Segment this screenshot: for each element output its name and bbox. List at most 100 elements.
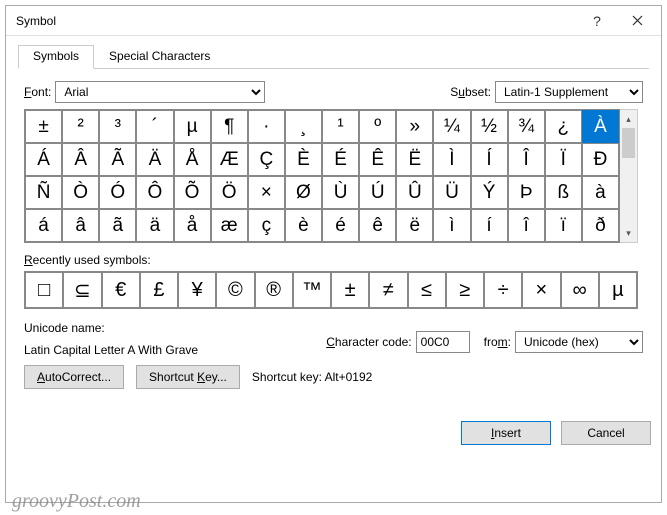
symbol-cell[interactable]: Ã xyxy=(99,143,136,176)
symbol-cell[interactable]: Î xyxy=(508,143,545,176)
symbol-cell[interactable]: Ó xyxy=(99,176,136,209)
symbol-cell[interactable]: Â xyxy=(62,143,99,176)
symbol-cell[interactable]: ð xyxy=(582,209,619,242)
symbol-cell[interactable]: Ï xyxy=(545,143,582,176)
recent-symbol-cell[interactable]: ÷ xyxy=(484,272,522,308)
symbol-cell[interactable]: â xyxy=(62,209,99,242)
scroll-down-icon[interactable]: ▾ xyxy=(620,224,637,242)
recent-symbol-cell[interactable]: € xyxy=(102,272,140,308)
tab-symbols[interactable]: Symbols xyxy=(18,45,94,69)
symbol-cell[interactable]: à xyxy=(582,176,619,209)
symbol-cell[interactable]: Ø xyxy=(285,176,322,209)
subset-select[interactable]: Latin-1 Supplement xyxy=(495,81,643,103)
symbol-cell[interactable]: ¸ xyxy=(285,110,322,143)
recent-symbol-cell[interactable]: ± xyxy=(331,272,369,308)
symbol-cell[interactable]: Û xyxy=(396,176,433,209)
scroll-up-icon[interactable]: ▴ xyxy=(620,110,637,128)
recent-symbol-cell[interactable]: ≠ xyxy=(369,272,407,308)
symbol-cell[interactable]: ± xyxy=(25,110,62,143)
symbol-cell[interactable]: × xyxy=(248,176,285,209)
symbol-cell[interactable]: Ô xyxy=(136,176,173,209)
titlebar: Symbol ? xyxy=(6,6,661,36)
symbol-cell[interactable]: Ì xyxy=(433,143,470,176)
symbol-cell[interactable]: Ù xyxy=(322,176,359,209)
symbol-cell[interactable]: ç xyxy=(248,209,285,242)
recent-grid: □⊆€£¥©®™±≠≤≥÷×∞µ xyxy=(24,271,638,309)
symbol-cell[interactable]: Å xyxy=(174,143,211,176)
symbol-cell[interactable]: Æ xyxy=(211,143,248,176)
tabs: Symbols Special Characters xyxy=(18,44,649,69)
symbol-cell[interactable]: é xyxy=(322,209,359,242)
insert-button[interactable]: Insert xyxy=(461,421,551,445)
scroll-thumb[interactable] xyxy=(622,128,635,158)
symbol-cell[interactable]: Ñ xyxy=(25,176,62,209)
recent-symbol-cell[interactable]: □ xyxy=(25,272,63,308)
symbol-cell[interactable]: Ý xyxy=(471,176,508,209)
symbol-cell[interactable]: ê xyxy=(359,209,396,242)
char-code-input[interactable] xyxy=(416,331,470,353)
from-select[interactable]: Unicode (hex) xyxy=(515,331,643,353)
symbol-cell[interactable]: Ð xyxy=(582,143,619,176)
symbol-cell[interactable]: É xyxy=(322,143,359,176)
symbol-grid: ±²³´µ¶·¸¹º»¼½¾¿À ÁÂÃÄÅÆÇÈÉÊËÌÍÎÏÐ ÑÒÓÔÕÖ×Ø… xyxy=(24,109,620,243)
font-select[interactable]: Arial xyxy=(55,81,265,103)
recent-symbol-cell[interactable]: ® xyxy=(255,272,293,308)
symbol-cell[interactable]: Ë xyxy=(396,143,433,176)
tab-special-characters[interactable]: Special Characters xyxy=(94,45,225,69)
symbol-cell[interactable]: è xyxy=(285,209,322,242)
symbol-cell[interactable]: ë xyxy=(396,209,433,242)
symbol-cell[interactable]: ½ xyxy=(471,110,508,143)
symbol-cell[interactable]: ¾ xyxy=(508,110,545,143)
recent-symbol-cell[interactable]: × xyxy=(522,272,560,308)
recent-symbol-cell[interactable]: µ xyxy=(599,272,637,308)
recent-symbol-cell[interactable]: £ xyxy=(140,272,178,308)
symbol-cell[interactable]: Ç xyxy=(248,143,285,176)
symbol-cell[interactable]: · xyxy=(248,110,285,143)
help-button[interactable]: ? xyxy=(577,7,617,35)
symbol-cell[interactable]: » xyxy=(396,110,433,143)
symbol-cell[interactable]: Ö xyxy=(211,176,248,209)
symbol-cell[interactable]: ´ xyxy=(136,110,173,143)
symbol-cell[interactable]: Á xyxy=(25,143,62,176)
symbol-cell[interactable]: ã xyxy=(99,209,136,242)
symbol-cell[interactable]: ¼ xyxy=(433,110,470,143)
symbol-cell[interactable]: ¹ xyxy=(322,110,359,143)
symbol-cell[interactable]: º xyxy=(359,110,396,143)
symbol-cell[interactable]: î xyxy=(508,209,545,242)
cancel-button[interactable]: Cancel xyxy=(561,421,651,445)
recent-symbol-cell[interactable]: ⊆ xyxy=(63,272,101,308)
recent-symbol-cell[interactable]: ≥ xyxy=(446,272,484,308)
symbol-cell[interactable]: Õ xyxy=(174,176,211,209)
recent-symbol-cell[interactable]: ™ xyxy=(293,272,331,308)
symbol-cell[interactable]: ß xyxy=(545,176,582,209)
symbol-cell[interactable]: Þ xyxy=(508,176,545,209)
close-button[interactable] xyxy=(617,7,657,35)
symbol-cell[interactable]: í xyxy=(471,209,508,242)
symbol-cell[interactable]: ï xyxy=(545,209,582,242)
shortcut-key-button[interactable]: Shortcut Key... xyxy=(136,365,240,389)
symbol-cell[interactable]: µ xyxy=(174,110,211,143)
symbol-cell[interactable]: Ê xyxy=(359,143,396,176)
symbol-cell[interactable]: ¶ xyxy=(211,110,248,143)
symbol-cell[interactable]: æ xyxy=(211,209,248,242)
symbol-cell[interactable]: ¿ xyxy=(545,110,582,143)
symbol-cell[interactable]: Ò xyxy=(62,176,99,209)
symbol-cell[interactable]: Í xyxy=(471,143,508,176)
symbol-cell[interactable]: á xyxy=(25,209,62,242)
symbol-cell[interactable]: À xyxy=(582,110,619,143)
recent-symbol-cell[interactable]: © xyxy=(216,272,254,308)
symbol-cell[interactable]: ³ xyxy=(99,110,136,143)
recent-symbol-cell[interactable]: ≤ xyxy=(408,272,446,308)
symbol-cell[interactable]: å xyxy=(174,209,211,242)
symbol-cell[interactable]: È xyxy=(285,143,322,176)
symbol-cell[interactable]: Ú xyxy=(359,176,396,209)
recent-symbol-cell[interactable]: ¥ xyxy=(178,272,216,308)
autocorrect-button[interactable]: AutoCorrect... xyxy=(24,365,124,389)
symbol-cell[interactable]: Ü xyxy=(433,176,470,209)
grid-scrollbar[interactable]: ▴ ▾ xyxy=(620,109,638,243)
symbol-cell[interactable]: ä xyxy=(136,209,173,242)
symbol-cell[interactable]: ì xyxy=(433,209,470,242)
symbol-cell[interactable]: Ä xyxy=(136,143,173,176)
recent-symbol-cell[interactable]: ∞ xyxy=(561,272,599,308)
symbol-cell[interactable]: ² xyxy=(62,110,99,143)
